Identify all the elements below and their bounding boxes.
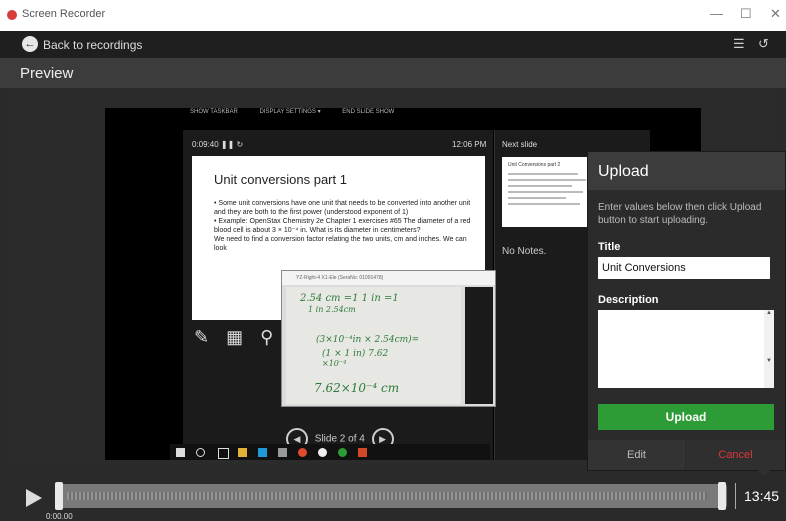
slide-counter: Slide 2 of 4 (314, 433, 365, 445)
description-textarea[interactable]: ▲ ▼ (598, 310, 774, 388)
next-slide-thumbnail: Unit Conversions part 2 (502, 157, 594, 227)
presenter-clock: 12:06 PM (452, 140, 487, 149)
minimize-button[interactable]: — (710, 6, 723, 21)
handwriting-line: 2.54 cm =1 1 in =1 (300, 293, 399, 304)
slides-grid-icon: ▦ (226, 327, 244, 347)
text-line (508, 191, 583, 193)
end-slide-show-label: END SLIDE SHOW (342, 109, 395, 115)
presenter-tools: ✎ ▦ ⚲ (194, 327, 285, 348)
audio-waveform (67, 492, 707, 500)
slide-body: • Some unit conversions have one unit th… (214, 199, 474, 253)
zoom-icon: ⚲ (260, 327, 274, 347)
trim-end-handle[interactable] (718, 482, 726, 510)
description-scrollbar[interactable]: ▲ ▼ (764, 310, 774, 388)
window-title: Screen Recorder (22, 8, 106, 20)
handwriting-line: 7.62×10⁻⁴ cm (314, 381, 400, 395)
pen-icon: ✎ (194, 327, 210, 347)
description-label: Description (598, 294, 659, 306)
history-icon[interactable]: ↺ (758, 36, 769, 52)
play-icon[interactable] (26, 489, 42, 507)
powerpoint-icon (358, 448, 367, 457)
webcam-title: YZ-Right-4 X1-Ele (SeraNo: 01091478) (296, 275, 384, 281)
slide-text: We need to find a conversion factor rela… (214, 236, 467, 252)
folder-icon (238, 448, 247, 457)
title-input[interactable] (598, 257, 770, 279)
title-bar: Screen Recorder — ☐ ✕ (0, 0, 786, 31)
edit-button[interactable]: Edit (588, 440, 685, 470)
captured-taskbar (170, 444, 490, 460)
nav-bar: ← Back to recordings ☰ ↺ (0, 31, 786, 58)
show-taskbar-label: SHOW TASKBAR (190, 109, 238, 115)
display-settings-label: DISPLAY SETTINGS ▾ (259, 109, 321, 115)
timeline-divider (735, 483, 736, 509)
current-time-label: 0:00.00 (46, 512, 73, 521)
notes-text: No Notes. (502, 246, 547, 257)
app-icon (318, 448, 327, 457)
next-slide-title: Unit Conversions part 2 (508, 162, 561, 168)
app-icon (7, 10, 17, 20)
upload-button[interactable]: Upload (598, 404, 774, 430)
slide-bullet: • Example: OpenStax Chemistry 2e Chapter… (214, 218, 471, 234)
presenter-timer: 0:09:40 ❚❚ ↻ (192, 140, 244, 149)
trash-icon (278, 448, 287, 457)
arrow-left-icon[interactable]: ← (22, 36, 38, 52)
slide-title: Unit conversions part 1 (214, 172, 347, 187)
maximize-button[interactable]: ☐ (740, 6, 752, 22)
webcam-dark-edge (465, 287, 493, 404)
text-line (508, 203, 580, 205)
text-line (508, 179, 586, 181)
close-button[interactable]: ✕ (770, 6, 781, 22)
text-line (508, 173, 578, 175)
search-icon (196, 448, 205, 457)
handwriting-line: ×10⁻⁴ (322, 359, 347, 368)
upload-panel-header: Upload (588, 152, 785, 190)
windows-icon (176, 448, 185, 457)
title-label: Title (598, 241, 621, 253)
handwriting-line: (1 × 1 in) 7.62 (322, 349, 389, 359)
webcam-overlay: YZ-Right-4 X1-Ele (SeraNo: 01091478) 2.5… (281, 270, 496, 407)
duration-label: 13:45 (744, 488, 780, 504)
upload-panel: Upload Enter values below then click Upl… (587, 151, 786, 471)
webcam-title-bar: YZ-Right-4 X1-Ele (SeraNo: 01091478) (282, 271, 495, 285)
preview-label: Preview (20, 65, 74, 82)
upload-instructions: Enter values below then click Upload but… (598, 202, 762, 226)
trim-start-handle[interactable] (55, 482, 63, 510)
app-icon (338, 448, 347, 457)
app-icon (258, 448, 267, 457)
slide-bullet: • Some unit conversions have one unit th… (214, 200, 471, 216)
next-slide-label: Next slide (502, 140, 538, 149)
upload-panel-title: Upload (598, 163, 649, 180)
handwriting-line: 1 in 2.54cm (308, 305, 356, 314)
webcam-image: 2.54 cm =1 1 in =1 1 in 2.54cm (3×10⁻⁴in… (286, 287, 461, 404)
presenter-toolbar: SHOW TASKBAR DISPLAY SETTINGS ▾ END SLID… (190, 108, 414, 115)
text-line (508, 197, 566, 199)
handwriting-line: (3×10⁻⁴in × 2.54cm)= (316, 335, 420, 345)
list-icon[interactable]: ☰ (733, 36, 745, 52)
text-line (508, 185, 572, 187)
task-view-icon (218, 448, 229, 459)
cancel-button[interactable]: Cancel (686, 440, 785, 470)
chrome-icon (298, 448, 307, 457)
preview-header: Preview (0, 58, 786, 88)
timeline-track[interactable] (55, 484, 727, 508)
back-to-recordings-link[interactable]: Back to recordings (43, 38, 142, 52)
